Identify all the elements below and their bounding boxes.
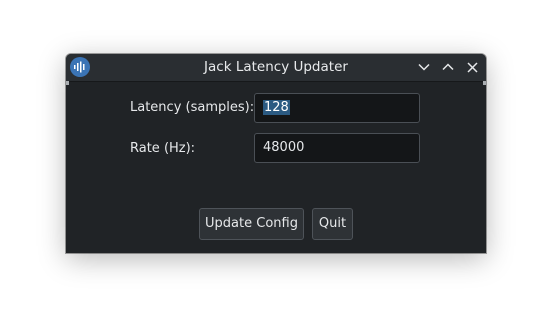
rate-input[interactable]: 48000 — [254, 133, 420, 163]
close-button[interactable] — [463, 58, 481, 76]
window-corner-right — [483, 81, 486, 85]
maximize-button[interactable] — [439, 58, 457, 76]
rate-label: Rate (Hz): — [130, 141, 196, 156]
audio-waveform-icon[interactable] — [70, 57, 90, 77]
rate-value: 48000 — [263, 140, 305, 155]
close-icon — [466, 61, 478, 73]
quit-button[interactable]: Quit — [312, 208, 353, 240]
update-config-button[interactable]: Update Config — [199, 208, 304, 240]
chevron-up-icon — [442, 63, 454, 71]
app-window: Jack Latency Updater Latency (samples): … — [66, 54, 486, 253]
latency-label: Latency (samples): — [130, 100, 255, 115]
minimize-button[interactable] — [415, 58, 433, 76]
chevron-down-icon — [418, 63, 430, 71]
latency-input[interactable]: 128 — [254, 93, 420, 123]
latency-value: 128 — [263, 100, 290, 115]
window-corner-left — [66, 81, 69, 85]
titlebar[interactable]: Jack Latency Updater — [66, 54, 486, 82]
